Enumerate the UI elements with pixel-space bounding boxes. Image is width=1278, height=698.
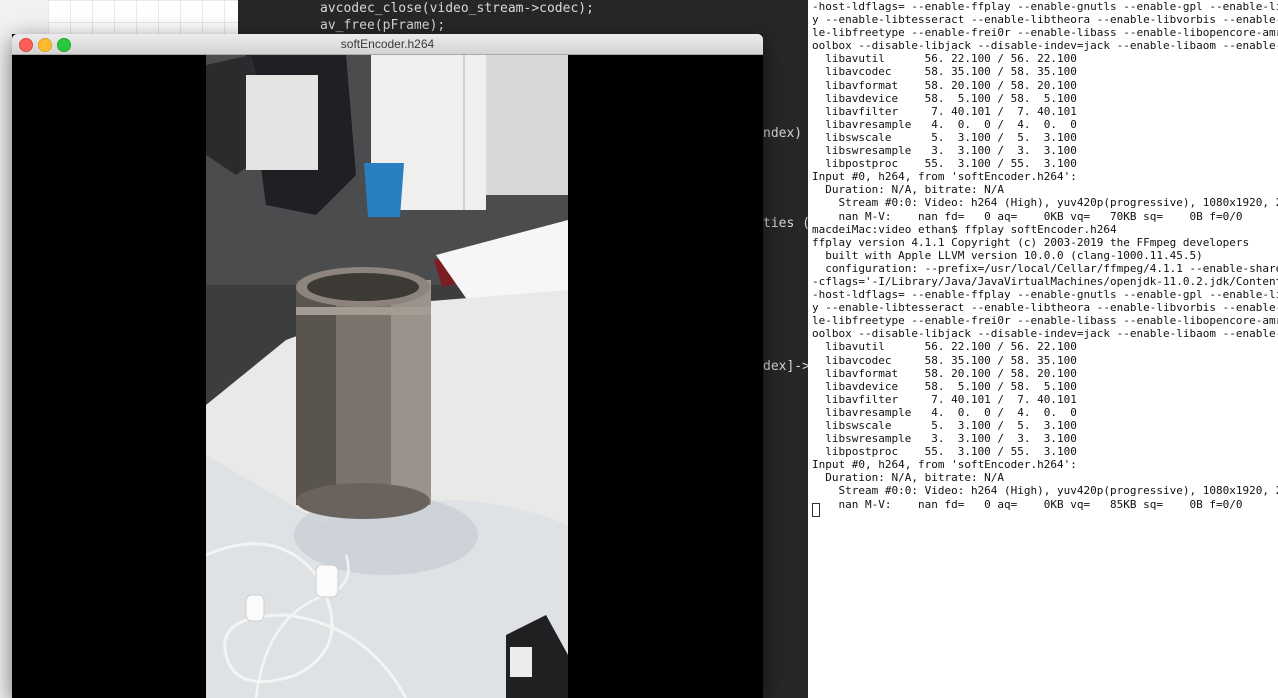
terminal-line: libavresample 4. 0. 0 / 4. 0. 0 (812, 117, 1077, 131)
terminal-line: libavutil 56. 22.100 / 56. 22.100 (812, 340, 1077, 354)
video-scene (206, 55, 568, 698)
code-line: avcodec_close(video_stream->codec); (320, 1, 594, 16)
terminal-line: Duration: N/A, bitrate: N/A (812, 183, 1005, 197)
terminal-window[interactable]: -host-ldflags= --enable-ffplay --enable-… (808, 0, 1278, 698)
terminal-line: oolbox --disable-libjack --disable-indev… (812, 327, 1278, 341)
terminal-line: libavformat 58. 20.100 / 58. 20.100 (812, 78, 1077, 92)
terminal-line: macdeiMac:video ethan$ ffplay softEncode… (812, 222, 1117, 236)
terminal-line: libavcodec 58. 35.100 / 58. 35.100 (812, 353, 1077, 367)
terminal-line: libavresample 4. 0. 0 / 4. 0. 0 (812, 405, 1077, 419)
terminal-line: -host-ldflags= --enable-ffplay --enable-… (812, 288, 1278, 302)
code-fragment: dex]-> (763, 359, 810, 374)
terminal-line: y --enable-libtesseract --enable-libtheo… (812, 301, 1278, 315)
terminal-line: libswscale 5. 3.100 / 5. 3.100 (812, 419, 1077, 432)
code-fragment: ndex) (763, 126, 803, 141)
terminal-line: libavfilter 7. 40.101 / 7. 40.101 (812, 104, 1077, 118)
code-line: av_free(pFrame); (320, 18, 446, 33)
video-player-window[interactable]: softEncoder.h264 (12, 34, 763, 698)
terminal-line: libswscale 5. 3.100 / 5. 3.100 (812, 130, 1077, 144)
window-title: softEncoder.h264 (340, 37, 435, 51)
terminal-line: oolbox --disable-libjack --disable-indev… (812, 39, 1278, 53)
terminal-line: Input #0, h264, from 'softEncoder.h264': (812, 458, 1077, 472)
terminal-line: Stream #0:0: Video: h264 (High), yuv420p… (812, 484, 1278, 498)
terminal-line: y --enable-libtesseract --enable-libtheo… (812, 13, 1278, 27)
terminal-line: Input #0, h264, from 'softEncoder.h264': (812, 170, 1077, 184)
terminal-line: libswresample 3. 3.100 / 3. 3.100 (812, 432, 1077, 446)
terminal-output: -host-ldflags= --enable-ffplay --enable-… (812, 0, 1278, 511)
terminal-line: Stream #0:0: Video: h264 (High), yuv420p… (812, 196, 1278, 210)
terminal-line: le-libfreetype --enable-frei0r --enable-… (812, 314, 1278, 328)
terminal-line: ffplay version 4.1.1 Copyright (c) 2003-… (812, 235, 1250, 249)
terminal-line: libavcodec 58. 35.100 / 58. 35.100 (812, 65, 1077, 79)
terminal-line: le-libfreetype --enable-frei0r --enable-… (812, 26, 1278, 40)
terminal-line: configuration: --prefix=/usr/local/Cella… (812, 261, 1278, 275)
terminal-cursor (812, 503, 820, 517)
terminal-line: libavdevice 58. 5.100 / 58. 5.100 (812, 379, 1077, 393)
terminal-line: libavfilter 7. 40.101 / 7. 40.101 (812, 392, 1077, 406)
terminal-line: nan M-V: nan fd= 0 aq= 0KB vq= 70KB sq= … (812, 209, 1243, 223)
terminal-line: Duration: N/A, bitrate: N/A (812, 471, 1005, 485)
code-fragment: ties ( (763, 216, 810, 231)
terminal-line: nan M-V: nan fd= 0 aq= 0KB vq= 85KB sq= … (812, 497, 1243, 511)
title-bar[interactable]: softEncoder.h264 (12, 34, 763, 55)
terminal-line: libavutil 56. 22.100 / 56. 22.100 (812, 52, 1077, 66)
terminal-line: libswresample 3. 3.100 / 3. 3.100 (812, 144, 1077, 158)
terminal-line: -host-ldflags= --enable-ffplay --enable-… (812, 0, 1278, 13)
terminal-line: libavformat 58. 20.100 / 58. 20.100 (812, 366, 1077, 380)
video-frame (206, 55, 568, 698)
terminal-line: built with Apple LLVM version 10.0.0 (cl… (812, 248, 1203, 262)
terminal-line: libpostproc 55. 3.100 / 55. 3.100 (812, 445, 1077, 459)
terminal-line: libpostproc 55. 3.100 / 55. 3.100 (812, 157, 1077, 171)
terminal-line: -cflags='-I/Library/Java/JavaVirtualMach… (812, 274, 1278, 288)
terminal-line: libavdevice 58. 5.100 / 58. 5.100 (812, 91, 1077, 105)
